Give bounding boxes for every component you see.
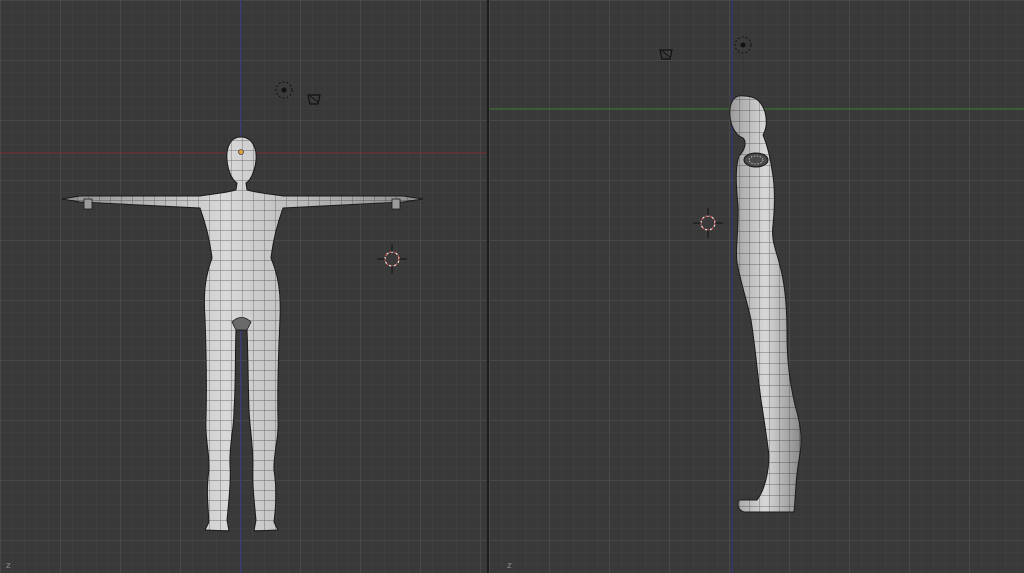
front-scene — [0, 0, 487, 573]
camera-icon[interactable] — [307, 94, 321, 105]
3d-cursor-icon[interactable] — [377, 244, 407, 274]
blender-3d-view-window: z z — [0, 0, 1024, 573]
mesh-figure-side[interactable] — [729, 95, 802, 513]
camera-icon[interactable] — [659, 49, 673, 60]
side-viewport[interactable]: z — [489, 0, 1024, 573]
lamp-icon[interactable] — [275, 81, 293, 150]
3d-cursor-icon[interactable] — [693, 208, 723, 238]
front-viewport[interactable]: z — [0, 0, 487, 573]
axis-orientation-indicator: z — [507, 561, 512, 571]
axis-orientation-indicator: z — [6, 561, 11, 571]
lamp-icon[interactable] — [734, 36, 752, 95]
mesh-figure-front[interactable] — [61, 136, 424, 532]
side-scene — [489, 0, 1024, 573]
